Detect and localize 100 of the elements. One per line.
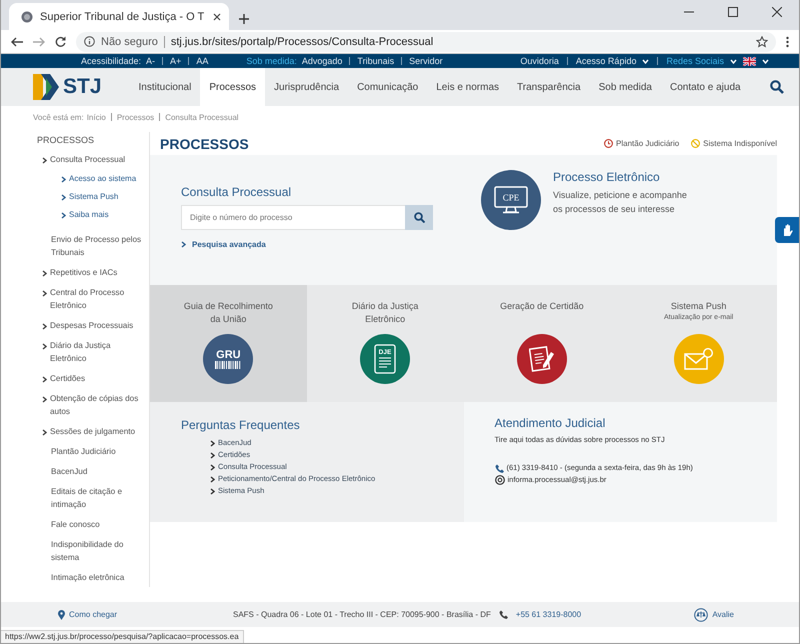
nav-tab[interactable]: Sob medida	[590, 68, 661, 106]
service-tile[interactable]: Guia de Recolhimento da União GRU	[150, 285, 307, 402]
breadcrumb-link[interactable]: Processos	[116, 112, 154, 122]
maximize-icon[interactable]	[728, 7, 738, 17]
divider-icon	[164, 36, 165, 48]
nav-tab[interactable]: Institucional	[130, 68, 200, 106]
section-title[interactable]: Processo Eletrônico	[553, 170, 693, 184]
chevron-icon	[42, 429, 47, 436]
logo-mark-icon	[33, 72, 59, 102]
audience-link[interactable]: Servidor	[409, 56, 443, 66]
nav-tab[interactable]: Processos	[200, 68, 266, 106]
breadcrumb-label: Você está em:	[33, 112, 84, 122]
advanced-search-link[interactable]: Pesquisa avançada	[192, 240, 266, 249]
back-icon[interactable]	[11, 36, 23, 46]
chevron-icon	[181, 241, 186, 248]
notice-link[interactable]: Sistema Indisponível	[703, 139, 777, 148]
rate-link[interactable]: Avalie	[712, 610, 734, 619]
accessibility-widget[interactable]	[775, 217, 799, 243]
nav-tab[interactable]: Transparência	[508, 68, 590, 106]
nav-tab[interactable]: Comunicação	[348, 68, 428, 106]
chevron-icon	[61, 212, 66, 218]
nav-tab[interactable]: Jurisprudência	[265, 68, 348, 106]
url-text: stj.jus.br/sites/portalp/Processos/Consulta-Processual	[170, 36, 434, 48]
monitor-drawing: CPE	[494, 186, 528, 214]
sidebar-item[interactable]: Editais de citação e intimação	[51, 485, 147, 511]
envelope-drawing	[684, 347, 714, 371]
sidebar-item[interactable]: Diário da Justiça Eletrônico	[50, 339, 147, 365]
sidebar-item[interactable]: Repetitivos e IACs	[50, 266, 118, 279]
chevron-icon	[42, 157, 47, 164]
font-size-link[interactable]: A+	[170, 56, 182, 66]
support-title: Atendimento Judicial	[494, 416, 606, 430]
audience-label: Sob medida:	[246, 56, 297, 66]
notice-link[interactable]: Plantão Judiciário	[616, 139, 680, 148]
search-button[interactable]	[405, 205, 433, 230]
tile-title: Sistema Push	[670, 300, 728, 313]
directions-link[interactable]: Como chegar	[69, 610, 118, 619]
sidebar-item[interactable]: Consulta Processual	[50, 153, 126, 166]
sidebar-item[interactable]: Sessões de julgamento	[50, 425, 136, 438]
scale-icon	[694, 608, 708, 622]
certificate-drawing	[528, 346, 555, 372]
sidebar-item[interactable]: BacenJud	[51, 465, 88, 478]
security-label: Não seguro	[101, 36, 158, 48]
footer-phone: +55 61 3319-8000	[516, 610, 582, 619]
sidebar-item[interactable]: Central do Processo Eletrônico	[50, 286, 147, 312]
flag-icon[interactable]	[743, 56, 756, 66]
close-icon[interactable]	[772, 7, 782, 17]
footer-address: SAFS - Quadra 06 - Lote 01 - Trecho III - CEP: 70095-900 - Brasília - DF	[233, 610, 491, 619]
audience-link[interactable]: Advogado	[302, 56, 342, 66]
sidebar-subitem[interactable]: Sistema Push	[69, 191, 118, 203]
menu-icon[interactable]	[786, 36, 789, 48]
caret-icon	[642, 58, 650, 64]
top-link[interactable]: Acesso Rápido	[576, 56, 636, 66]
chevron-icon	[42, 343, 47, 350]
sidebar-item[interactable]: Despesas Processuais	[50, 319, 134, 332]
seal-icon	[21, 10, 33, 22]
section-description: Visualize, peticione e acompanhe os processos de seu interesse	[553, 189, 688, 216]
new-tab-icon[interactable]	[239, 14, 249, 24]
service-tile[interactable]: Geração de Certidão	[464, 285, 620, 402]
chevron-icon	[42, 396, 47, 403]
sidebar-item[interactable]: Indisponibilidade do sistema	[51, 538, 147, 564]
audience-link[interactable]: Tribunais	[357, 56, 394, 66]
font-size-link[interactable]: AA	[196, 56, 208, 66]
nav-tab[interactable]: Contato e ajuda	[660, 68, 750, 106]
close-icon[interactable]	[213, 12, 221, 20]
star-icon[interactable]	[756, 36, 768, 48]
barcode-icon: GRU	[203, 334, 254, 384]
sidebar-heading: PROCESSOS	[37, 135, 96, 145]
sidebar-item[interactable]: Plantão Judiciário	[51, 445, 116, 458]
search-icon[interactable]	[770, 80, 784, 94]
sidebar-item[interactable]: Envio de Processo pelos Tribunais	[51, 233, 147, 259]
sidebar-item[interactable]: Intimação eletrônica	[51, 571, 124, 584]
page-title: PROCESSOS	[160, 136, 249, 152]
nav-tab[interactable]: Leis e normas	[427, 68, 508, 106]
sidebar-subitem[interactable]: Acesso ao sistema	[69, 173, 136, 185]
chevron-icon	[61, 194, 66, 200]
sidebar-subitem[interactable]: Saiba mais	[69, 209, 109, 221]
phone-icon	[498, 610, 508, 619]
tab-title: Superior Tribunal de Justiça - O T	[40, 10, 206, 22]
info-icon	[84, 36, 95, 47]
top-link[interactable]: Redes Sociais	[666, 56, 724, 66]
search-field[interactable]: Digite o número do processo	[181, 205, 405, 230]
monitor-icon[interactable]: CPE	[481, 170, 541, 230]
top-link[interactable]: Ouvidoria	[520, 56, 559, 66]
reload-icon[interactable]	[55, 36, 66, 47]
tile-title: Guia de Recolhimento da União	[182, 300, 274, 326]
chevron-icon	[42, 290, 47, 297]
tile-title: Diário da Justiça Eletrônico	[350, 300, 420, 326]
clock-icon	[604, 139, 614, 148]
sidebar-item[interactable]: Obtenção de cópias dos autos	[50, 392, 147, 418]
font-size-link[interactable]: A-	[146, 56, 156, 66]
accessibility-label: Acessibilidade:	[81, 56, 142, 66]
sidebar-item[interactable]: Fale conosco	[51, 518, 100, 531]
browser-tab[interactable]: Superior Tribunal de Justiça - O T	[9, 3, 229, 30]
map-pin-icon	[58, 610, 65, 620]
barcode-drawing	[215, 361, 242, 369]
sidebar-item[interactable]: Certidões	[50, 372, 86, 385]
address-bar[interactable]: Não seguro stj.jus.br/sites/portalp/Processos/Consulta-Processual	[76, 32, 776, 52]
caret-icon	[762, 58, 769, 64]
chevron-icon	[42, 270, 47, 277]
chevron-icon	[42, 323, 47, 330]
